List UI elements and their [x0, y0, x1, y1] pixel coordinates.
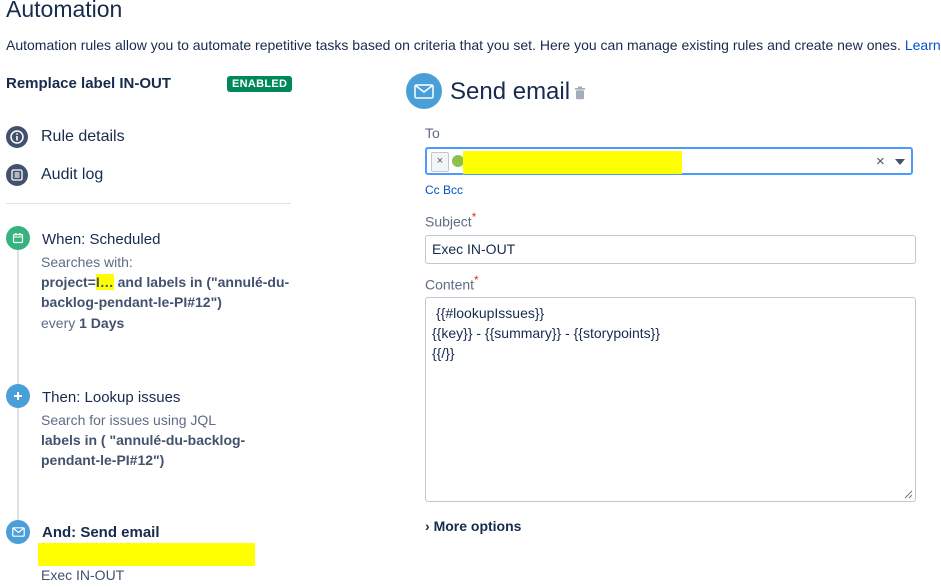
- more-options-label: More options: [433, 518, 522, 534]
- step-when-title: When: Scheduled: [42, 231, 161, 248]
- learn-more-link[interactable]: Learn: [905, 37, 941, 53]
- cc-bcc-link[interactable]: Cc Bcc: [425, 183, 463, 197]
- status-badge: ENABLED: [227, 76, 293, 92]
- every-prefix: every: [41, 315, 80, 331]
- envelope-icon: [6, 520, 30, 544]
- info-icon: [6, 126, 28, 148]
- page-intro: Automation rules allow you to automate r…: [6, 37, 941, 53]
- step-then-jql: labels in ( "annulé-du-backlog-pendant-l…: [41, 432, 246, 468]
- step-when-every: every 1 Days: [41, 315, 124, 331]
- intro-text: Automation rules allow you to automate r…: [6, 37, 901, 53]
- content-label-text: Content: [425, 276, 475, 293]
- step-and[interactable]: [6, 520, 30, 544]
- content-textarea[interactable]: {{#lookupIssues}} {{key}} - {{summary}} …: [425, 297, 916, 502]
- required-marker: *: [471, 211, 477, 224]
- step-when-jql: project=I… and labels in ("annulé-du-bac…: [41, 272, 301, 312]
- step-when[interactable]: [6, 226, 30, 250]
- subject-label: Subject*: [425, 211, 476, 230]
- redacted-recipient: [463, 151, 682, 174]
- divider: [6, 203, 291, 204]
- redacted-recipient: [38, 543, 255, 566]
- step-then-title: Then: Lookup issues: [42, 389, 181, 406]
- to-label: To: [425, 125, 440, 141]
- calendar-icon: [6, 226, 30, 250]
- more-options-toggle[interactable]: › More options: [425, 518, 521, 534]
- step-and-title: And: Send email: [42, 524, 160, 541]
- content-line: {{/}}: [432, 345, 455, 361]
- plus-icon: [6, 384, 30, 408]
- content-line: {{#lookupIssues}}: [436, 305, 545, 321]
- remove-recipient-button[interactable]: ×: [431, 152, 449, 172]
- chevron-down-icon[interactable]: [895, 159, 905, 165]
- chevron-right-icon: ›: [425, 518, 430, 534]
- list-icon: [6, 164, 28, 186]
- step-then-sub: Search for issues using JQL: [41, 412, 217, 428]
- step-and-subject: Exec IN-OUT: [41, 567, 125, 583]
- nav-audit-log[interactable]: Audit log: [6, 163, 103, 187]
- step-when-sub: Searches with:: [41, 254, 133, 270]
- resize-handle-icon[interactable]: [904, 490, 913, 499]
- envelope-icon: [406, 73, 442, 109]
- jql-prefix: project=: [41, 274, 96, 290]
- page-title: Automation: [6, 0, 123, 22]
- step-then[interactable]: [6, 384, 30, 408]
- subject-label-text: Subject: [425, 213, 472, 230]
- nav-label: Rule details: [41, 128, 125, 145]
- every-value: 1 Days: [79, 315, 125, 331]
- to-field[interactable]: × ×: [425, 147, 913, 175]
- trash-icon[interactable]: [574, 86, 586, 105]
- content-label: Content*: [425, 274, 479, 293]
- rule-name: Remplace label IN-OUT: [6, 75, 172, 92]
- content-line: {{key}} - {{summary}} - {{storypoints}}: [432, 325, 661, 341]
- subject-input[interactable]: Exec IN-OUT: [425, 235, 916, 264]
- redacted-project: I…: [95, 274, 114, 290]
- panel-title: Send email: [450, 78, 571, 105]
- nav-label: Audit log: [41, 166, 104, 183]
- required-marker: *: [474, 274, 479, 287]
- nav-rule-details[interactable]: Rule details: [6, 125, 125, 149]
- clear-icon[interactable]: ×: [876, 153, 885, 170]
